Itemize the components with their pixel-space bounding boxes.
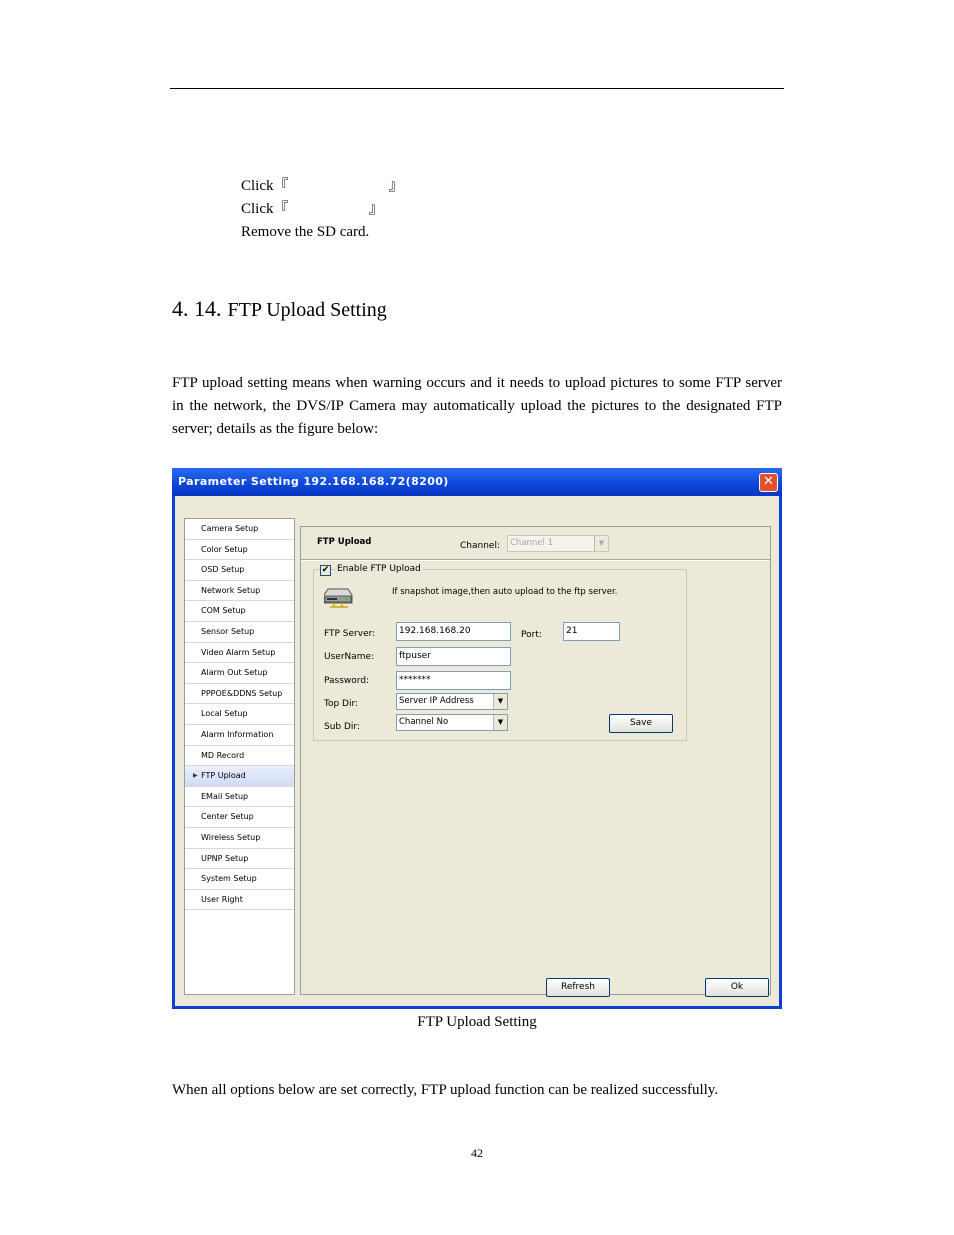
chevron-down-icon: ▼	[493, 694, 507, 709]
sidebar-item-alarm-out-setup[interactable]: Alarm Out Setup	[185, 663, 294, 684]
channel-value: Channel 1	[510, 538, 554, 548]
top-dir-select[interactable]: Server IP Address ▼	[396, 693, 508, 710]
close-icon[interactable]: ✕	[759, 473, 778, 492]
sidebar-item-label: Camera Setup	[201, 524, 259, 533]
username-input[interactable]: ftpuser	[396, 647, 511, 666]
settings-sidebar: Camera Setup Color Setup OSD Setup Netwo…	[184, 518, 295, 995]
top-dir-label: Top Dir:	[324, 699, 359, 709]
sidebar-item-osd-setup[interactable]: OSD Setup	[185, 560, 294, 581]
username-label: UserName:	[324, 652, 375, 662]
sidebar-item-label: User Right	[201, 894, 243, 904]
sidebar-item-com-setup[interactable]: COM Setup	[185, 601, 294, 622]
sidebar-item-label: FTP Upload	[201, 771, 246, 781]
figure-caption: FTP Upload Setting	[417, 1014, 537, 1030]
sidebar-item-video-alarm-setup[interactable]: Video Alarm Setup	[185, 643, 294, 664]
window-client-area: Camera Setup Color Setup OSD Setup Netwo…	[175, 496, 779, 1006]
sidebar-item-label: Video Alarm Setup	[201, 647, 276, 657]
ok-button[interactable]: Ok	[705, 978, 769, 997]
checkmark-icon: ✔	[321, 565, 330, 575]
sidebar-item-upnp-setup[interactable]: UPNP Setup	[185, 849, 294, 870]
ftp-server-label: FTP Server:	[324, 629, 376, 639]
sidebar-item-md-record[interactable]: MD Record	[185, 746, 294, 767]
sidebar-item-label: EMail Setup	[201, 791, 249, 801]
section-number: 4. 14.	[172, 296, 222, 321]
sidebar-item-label: Wireless Setup	[201, 832, 261, 842]
sidebar-item-ftp-upload[interactable]: ▶ FTP Upload	[185, 766, 294, 787]
save-button[interactable]: Save	[609, 714, 673, 733]
sidebar-item-pppoe-ddns-setup[interactable]: PPPOE&DDNS Setup	[185, 684, 294, 705]
window-title: Parameter Setting 192.168.168.72(8200)	[178, 475, 449, 488]
sidebar-item-label: System Setup	[201, 874, 257, 884]
header-rule	[170, 88, 784, 89]
channel-label: Channel:	[460, 541, 500, 551]
sidebar-item-label: PPPOE&DDNS Setup	[201, 688, 283, 698]
sub-dir-label: Sub Dir:	[324, 722, 360, 732]
panel-title: FTP Upload	[317, 537, 372, 547]
sidebar-item-label: OSD Setup	[201, 565, 245, 575]
step-3: Remove the SD card.	[241, 224, 370, 240]
sub-dir-value: Channel No	[399, 717, 449, 727]
step-2: Click『 』	[241, 200, 384, 218]
sidebar-item-label: Local Setup	[201, 709, 248, 719]
step-1-prefix: Click『	[241, 178, 289, 194]
ftp-upload-panel: FTP Upload Channel: Channel 1 ▼ ✔ Enable…	[300, 526, 771, 995]
parameter-setting-window: Parameter Setting 192.168.168.72(8200) ✕…	[172, 468, 782, 1009]
sidebar-item-wireless-setup[interactable]: Wireless Setup	[185, 828, 294, 849]
password-label: Password:	[324, 676, 370, 686]
sidebar-item-color-setup[interactable]: Color Setup	[185, 540, 294, 561]
step-2-prefix: Click『	[241, 201, 289, 217]
sidebar-item-label: Network Setup	[201, 585, 261, 595]
sidebar-item-label: Alarm Out Setup	[201, 668, 268, 678]
closing-paragraph: When all options below are set correctly…	[172, 1082, 719, 1098]
sidebar-item-sensor-setup[interactable]: Sensor Setup	[185, 622, 294, 643]
step-1: Click『 』	[241, 177, 404, 195]
channel-select[interactable]: Channel 1 ▼	[507, 535, 609, 552]
sidebar-item-alarm-information[interactable]: Alarm Information	[185, 725, 294, 746]
refresh-button[interactable]: Refresh	[546, 978, 610, 997]
chevron-down-icon: ▼	[493, 715, 507, 730]
step-2-suffix: 』	[368, 201, 384, 217]
sub-dir-select[interactable]: Channel No ▼	[396, 714, 508, 731]
sidebar-item-system-setup[interactable]: System Setup	[185, 869, 294, 890]
sidebar-item-network-setup[interactable]: Network Setup	[185, 581, 294, 602]
top-dir-value: Server IP Address	[399, 696, 474, 706]
password-input[interactable]: *******	[396, 671, 511, 690]
sidebar-item-label: Center Setup	[201, 812, 254, 822]
enable-ftp-checkbox[interactable]: ✔	[320, 565, 331, 576]
window-titlebar: Parameter Setting 192.168.168.72(8200) ✕	[172, 468, 782, 496]
ftp-settings-group: ✔ Enable FTP Upload If snapshot image,th…	[313, 564, 687, 741]
sidebar-item-center-setup[interactable]: Center Setup	[185, 807, 294, 828]
hard-drive-icon	[324, 588, 353, 608]
page-number: 42	[471, 1146, 483, 1160]
port-label: Port:	[521, 630, 542, 640]
sidebar-item-label: Sensor Setup	[201, 626, 255, 636]
selected-arrow-icon: ▶	[193, 772, 198, 780]
panel-divider	[301, 559, 770, 561]
sidebar-item-label: Color Setup	[201, 544, 248, 554]
section-title: FTP Upload Setting	[227, 299, 387, 321]
sidebar-item-label: Alarm Information	[201, 729, 274, 739]
sidebar-item-local-setup[interactable]: Local Setup	[185, 704, 294, 725]
sidebar-item-label: UPNP Setup	[201, 853, 249, 863]
chevron-down-icon: ▼	[594, 536, 608, 551]
intro-paragraph: FTP upload setting means when warning oc…	[172, 375, 782, 437]
section-heading: 4. 14. FTP Upload Setting	[172, 296, 387, 322]
sidebar-item-user-right[interactable]: User Right	[185, 890, 294, 911]
sidebar-item-email-setup[interactable]: EMail Setup	[185, 787, 294, 808]
enable-ftp-label: Enable FTP Upload	[335, 564, 423, 574]
sidebar-item-camera-setup[interactable]: Camera Setup	[185, 519, 294, 540]
sidebar-item-label: MD Record	[201, 750, 245, 760]
step-1-suffix: 』	[388, 178, 404, 194]
ftp-server-input[interactable]: 192.168.168.20	[396, 622, 511, 641]
sidebar-item-label: COM Setup	[201, 606, 246, 616]
port-input[interactable]: 21	[563, 622, 620, 641]
info-text: If snapshot image,then auto upload to th…	[392, 587, 618, 597]
